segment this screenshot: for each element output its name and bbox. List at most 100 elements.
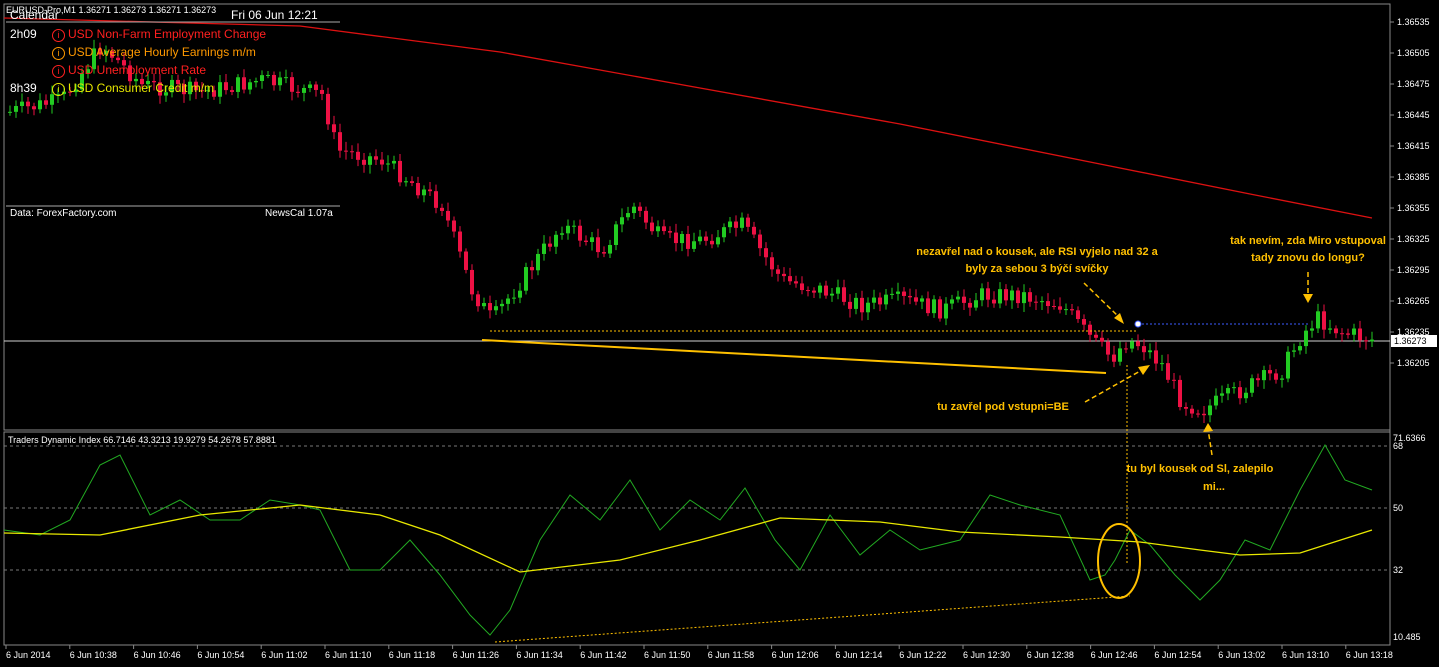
indicator-tick-label: 32 (1393, 565, 1403, 575)
candle-body (374, 156, 378, 160)
annotation-3-line2: mi... (1203, 481, 1225, 493)
event-2[interactable]: i USD Average Hourly Earnings m/m (52, 45, 256, 60)
candle-body (758, 234, 762, 249)
candle-body (1256, 378, 1260, 381)
candle-body (44, 100, 48, 105)
candle-body (482, 303, 486, 307)
event-label: USD Average Hourly Earnings m/m (68, 45, 256, 59)
time-tick-label: 6 Jun 10:46 (134, 650, 181, 660)
candle-body (8, 111, 12, 113)
price-tick-label: 1.36475 (1397, 79, 1430, 89)
candle-body (968, 302, 972, 308)
time-axis: 6 Jun 2014 6 Jun 10:38 6 Jun 10:46 6 Jun 10… (5, 645, 1393, 660)
calendar-source: Data: ForexFactory.com (10, 208, 117, 219)
candle-body (566, 225, 570, 234)
candle-body (872, 297, 876, 303)
candle-body (1250, 378, 1254, 393)
time-tick-label: 6 Jun 12:30 (963, 650, 1010, 660)
annotation-1-line2: byly za sebou 3 býčí svíčky (965, 263, 1109, 275)
candle-body (734, 221, 738, 228)
info-icon: i (52, 29, 65, 42)
event-1[interactable]: i USD Non-Farm Employment Change (52, 27, 266, 42)
candle-body (272, 74, 276, 86)
candle-body (818, 285, 822, 293)
candle-body (836, 287, 840, 294)
info-icon: i (52, 65, 65, 78)
candle-body (1076, 310, 1080, 320)
candle-body (296, 91, 300, 93)
candle-body (962, 296, 966, 303)
price-tick-label: 1.36445 (1397, 110, 1430, 120)
candle-body (1346, 333, 1350, 335)
candle-body (1196, 413, 1200, 415)
time-tick-label: 6 Jun 13:18 (1346, 650, 1393, 660)
candle-body (908, 295, 912, 298)
indicator-tick-label: 10.485 (1393, 632, 1421, 642)
candle-body (308, 84, 312, 88)
event-time-4: 8h39 (10, 81, 37, 95)
candle-body (890, 293, 894, 295)
candle-body (848, 301, 852, 309)
candle-body (1352, 328, 1356, 335)
candle-body (356, 151, 360, 160)
candle-body (1178, 379, 1182, 408)
candle-body (1232, 387, 1236, 389)
time-tick-label: 6 Jun 11:50 (644, 650, 690, 660)
candle-body (1310, 328, 1314, 331)
price-tick-label: 1.36325 (1397, 234, 1430, 244)
candle-body (1280, 378, 1284, 380)
candle-body (428, 189, 432, 192)
candle-body (494, 306, 498, 311)
candle-body (1334, 328, 1338, 334)
chart-canvas[interactable]: nezavřel nad o kousek, ale RSI vyjelo na… (0, 0, 1439, 667)
candle-body (812, 290, 816, 293)
candle-body (656, 226, 660, 232)
candle-body (1358, 328, 1362, 341)
candle-body (548, 243, 552, 247)
candle-body (1238, 387, 1242, 399)
time-tick-label: 6 Jun 11:26 (453, 650, 499, 660)
candle-body (746, 217, 750, 227)
price-trendline[interactable] (481, 339, 1107, 374)
tdi-trendline[interactable] (494, 595, 1131, 643)
event-label: USD Unemployment Rate (68, 63, 207, 77)
candle-body (608, 244, 612, 254)
calendar-version: NewsCal 1.07a (265, 208, 333, 219)
candle-body (530, 267, 534, 271)
candle-body (1268, 370, 1272, 374)
candle-body (584, 240, 588, 242)
info-icon: i (52, 47, 65, 60)
event-label: USD Non-Farm Employment Change (68, 27, 267, 41)
event-4[interactable]: i USD Consumer Credit m/m (52, 81, 214, 96)
time-tick-label: 6 Jun 11:34 (516, 650, 562, 660)
candle-body (944, 303, 948, 319)
candle-body (1154, 350, 1158, 364)
time-tick-label: 6 Jun 11:02 (261, 650, 307, 660)
candle-body (722, 227, 726, 238)
candle-body (1304, 330, 1308, 347)
price-tick-label: 1.36265 (1397, 296, 1430, 306)
price-axis: 1.36535 1.36505 1.36475 1.36445 1.36415 1.363… (1390, 17, 1430, 368)
candle-body (902, 291, 906, 296)
candle-body (638, 206, 642, 211)
candle-body (788, 276, 792, 282)
event-3[interactable]: i USD Unemployment Rate (52, 63, 206, 78)
time-tick-label: 6 Jun 11:42 (580, 650, 626, 660)
candle-body (458, 231, 462, 252)
candle-body (1082, 319, 1086, 325)
time-tick-label: 6 Jun 11:18 (389, 650, 435, 660)
candle-body (1106, 341, 1110, 355)
trade-entry-marker[interactable] (1134, 320, 1142, 328)
candle-body (260, 75, 264, 81)
candle-body (512, 297, 516, 299)
candle-body (716, 237, 720, 245)
candle-body (1148, 350, 1152, 353)
candle-body (242, 77, 246, 90)
candle-body (338, 132, 342, 151)
candle-body (578, 225, 582, 241)
candle-body (896, 291, 900, 294)
candle-body (284, 77, 288, 79)
annotation-3-line1: tu byl kousek od Sl, zalepilo (1127, 463, 1274, 475)
time-tick-label: 6 Jun 11:10 (325, 650, 371, 660)
candle-body (464, 251, 468, 270)
